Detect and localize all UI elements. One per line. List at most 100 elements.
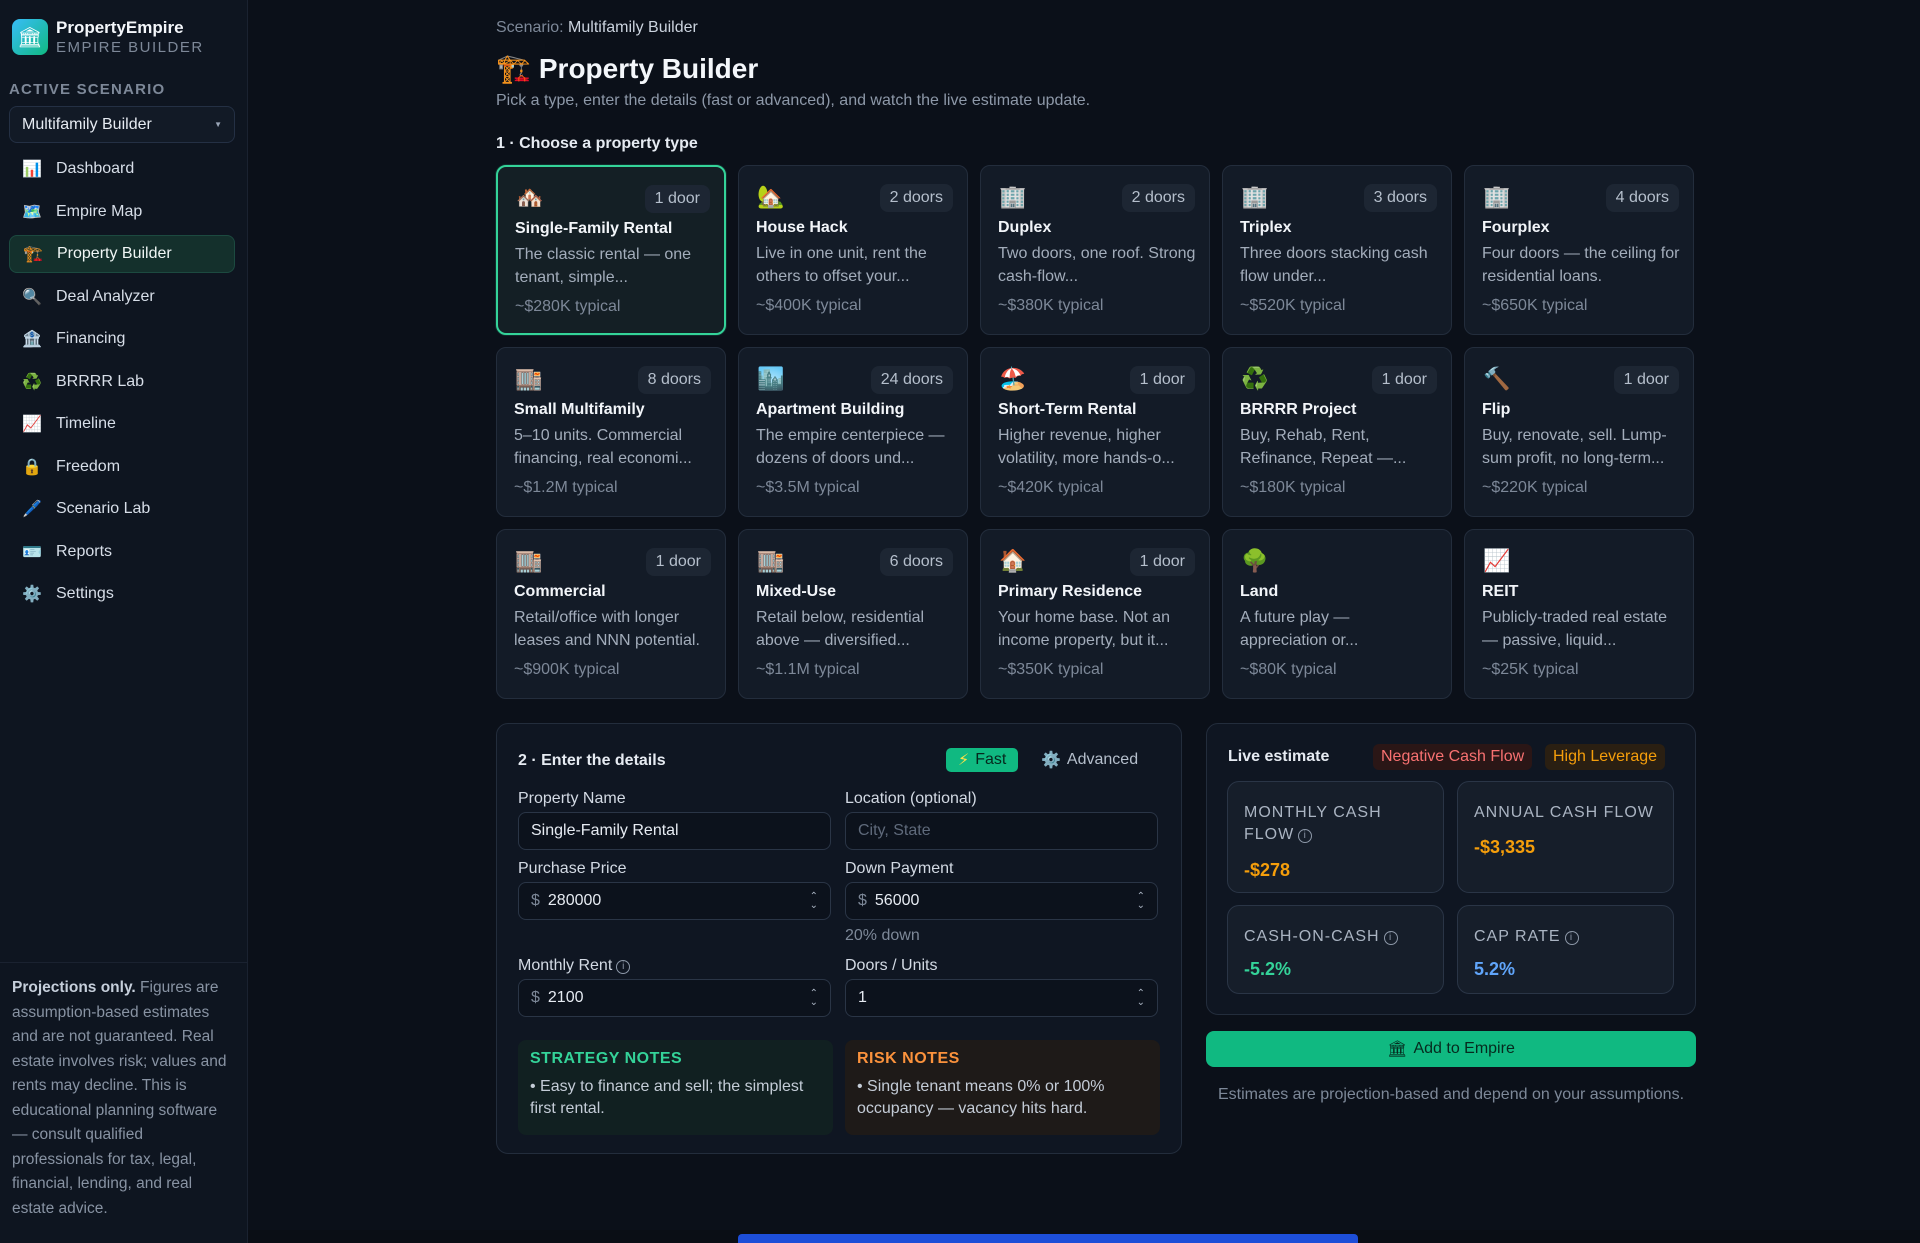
property-card-house-hack[interactable]: 🏡 2 doors House Hack Live in one unit, rent… (738, 165, 968, 335)
purchase-price-input[interactable]: $ 280000 ⌃ ⌄ (518, 882, 831, 920)
door-count-badge: 8 doors (637, 366, 711, 394)
door-count-badge: 1 door (1129, 366, 1195, 394)
scenario-select[interactable]: Multifamily Builder ▼ (9, 106, 235, 143)
card-description: Higher revenue, higher volatility, more … (998, 427, 1175, 467)
property-card-brrrr-project[interactable]: ♻️ 1 door BRRRR Project Buy, Rehab, Rent, R… (1222, 347, 1452, 517)
property-card-fourplex[interactable]: 🏢 4 doors Fourplex Four doors — the ceiling… (1464, 165, 1694, 335)
breadcrumb-label: Scenario: (496, 19, 564, 36)
app-name: PropertyEmpire (56, 18, 184, 37)
sidebar-item-financing[interactable]: 🏦 Financing (9, 320, 235, 358)
location-label: Location (optional) (845, 790, 977, 807)
cash-on-cash-label: CASH-ON-CASH i (1244, 926, 1434, 948)
sidebar-divider (0, 962, 248, 963)
sidebar: 🏛 PropertyEmpire EMPIRE BUILDER ACTIVE S… (0, 0, 248, 1243)
doors-value: 1 (858, 989, 867, 1006)
sidebar-item-label: Financing (56, 330, 126, 347)
property-card-reit[interactable]: 📈 REIT Publicly-traded real estate — passi… (1464, 529, 1694, 699)
info-icon[interactable]: i (1383, 931, 1398, 945)
sidebar-item-brrrr-lab[interactable]: ♻️ BRRRR Lab (9, 363, 235, 401)
add-to-empire-button[interactable]: 🏛 Add to Empire (1206, 1031, 1696, 1067)
info-icon[interactable]: i (1298, 829, 1313, 843)
card-description: Retail below, residential above — divers… (756, 609, 925, 649)
mode-fast-button[interactable]: ⚡ Fast (946, 748, 1019, 772)
page-title-text: Property Builder (538, 52, 759, 84)
hammer-icon: 🔨 (1483, 366, 1511, 391)
card-description: Two doors, one roof. Strong cash-flow... (998, 245, 1196, 285)
stepper-icon[interactable]: ⌃ ⌄ (1137, 989, 1145, 1008)
bank-logo-icon: 🏛 (12, 19, 48, 55)
card-title: BRRRR Project (1240, 401, 1357, 418)
property-card-apartment-building[interactable]: 🏙️ 24 doors Apartment Building The empire c… (738, 347, 968, 517)
sidebar-item-deal-analyzer[interactable]: 🔍 Deal Analyzer (9, 278, 235, 316)
crane-icon: 🏗️ (496, 53, 531, 84)
brand[interactable]: 🏛 PropertyEmpire EMPIRE BUILDER (12, 18, 204, 56)
property-name-value: Single-Family Rental (531, 822, 679, 839)
door-count-badge: 4 doors (1605, 184, 1679, 212)
card-title: Flip (1482, 401, 1511, 418)
doors-label: Doors / Units (845, 957, 938, 974)
gear-icon: ⚙️ (1041, 752, 1061, 769)
card-description: Buy, Rehab, Rent, Refinance, Repeat —... (1240, 427, 1407, 467)
property-card-single-family-rental[interactable]: 🏘️ 1 door Single-Family Rental The classic … (496, 165, 726, 335)
card-description: The empire centerpiece — dozens of doors… (756, 427, 945, 467)
down-payment-value: 56000 (874, 892, 920, 909)
card-typical-price: ~$80K typical (1240, 661, 1337, 678)
monthly-rent-input[interactable]: $ 2100 ⌃ ⌄ (518, 979, 831, 1017)
card-title: Apartment Building (756, 401, 905, 418)
live-estimate-panel: Live estimate Negative Cash Flow High Le… (1206, 723, 1696, 1015)
strategy-notes: STRATEGY NOTES • Easy to finance and sel… (518, 1040, 833, 1135)
property-card-mixed-use[interactable]: 🏬 6 doors Mixed-Use Retail below, residenti… (738, 529, 968, 699)
live-estimate-heading: Live estimate (1228, 748, 1330, 765)
property-card-small-multifamily[interactable]: 🏬 8 doors Small Multifamily 5–10 units. Com… (496, 347, 726, 517)
down-payment-hint: 20% down (845, 927, 920, 944)
sidebar-item-empire-map[interactable]: 🗺️ Empire Map (9, 193, 235, 231)
sidebar-item-reports[interactable]: 🪪 Reports (9, 533, 235, 571)
info-icon[interactable]: i (616, 960, 631, 974)
property-name-input[interactable]: Single-Family Rental (518, 812, 831, 850)
sidebar-item-timeline[interactable]: 📈 Timeline (9, 405, 235, 443)
map-icon: 🗺️ (22, 203, 42, 221)
cap-rate-card: CAP RATE i 5.2% (1457, 905, 1674, 994)
property-card-land[interactable]: 🌳 Land A future play — appreciation or... ~… (1222, 529, 1452, 699)
property-card-primary-residence[interactable]: 🏠 1 door Primary Residence Your home base. … (980, 529, 1210, 699)
currency-symbol: $ (858, 892, 867, 909)
info-icon[interactable]: i (1564, 931, 1579, 945)
card-title: Short-Term Rental (998, 401, 1137, 418)
sidebar-item-scenario-lab[interactable]: 🖊️ Scenario Lab (9, 490, 235, 528)
step1-heading: 1 · Choose a property type (496, 135, 698, 152)
card-typical-price: ~$1.1M typical (756, 661, 860, 678)
monthly-rent-label: Monthly Rent i (518, 957, 631, 975)
sidebar-item-dashboard[interactable]: 📊 Dashboard (9, 150, 235, 188)
down-payment-input[interactable]: $ 56000 ⌃ ⌄ (845, 882, 1158, 920)
sidebar-item-settings[interactable]: ⚙️ Settings (9, 575, 235, 613)
breadcrumb: Scenario: Multifamily Builder (496, 19, 698, 37)
chevron-down-icon: ▼ (214, 120, 222, 129)
property-card-short-term-rental[interactable]: 🏖️ 1 door Short-Term Rental Higher revenue,… (980, 347, 1210, 517)
property-card-flip[interactable]: 🔨 1 door Flip Buy, renovate, sell. Lump-sum… (1464, 347, 1694, 517)
card-typical-price: ~$380K typical (998, 297, 1104, 314)
recycle-icon: ♻️ (22, 373, 42, 391)
doors-input[interactable]: 1 ⌃ ⌄ (845, 979, 1158, 1017)
card-title: Land (1240, 583, 1279, 600)
property-card-commercial[interactable]: 🏬 1 door Commercial Retail/office with long… (496, 529, 726, 699)
strategy-notes-title: STRATEGY NOTES (530, 1050, 683, 1067)
trend-chart-icon: 📈 (22, 416, 42, 433)
sidebar-item-freedom[interactable]: 🔒 Freedom (9, 448, 235, 486)
gear-icon: ⚙️ (22, 586, 42, 603)
location-input[interactable]: City, State (845, 812, 1158, 850)
beach-icon: 🏖️ (999, 366, 1027, 391)
cash-on-cash-value: -5.2% (1244, 959, 1292, 979)
location-placeholder: City, State (858, 822, 931, 839)
cap-rate-label-text: CAP RATE (1474, 928, 1561, 945)
monthly-cash-flow-card: MONTHLY CASH FLOW i -$278 (1227, 781, 1444, 893)
mode-advanced-button[interactable]: ⚙️ Advanced (1041, 750, 1138, 770)
property-card-duplex[interactable]: 🏢 2 doors Duplex Two doors, one roof. Stron… (980, 165, 1210, 335)
property-card-triplex[interactable]: 🏢 3 doors Triplex Three doors stacking cash… (1222, 165, 1452, 335)
houses-icon: 🏘️ (516, 185, 544, 210)
stepper-icon[interactable]: ⌃ ⌄ (1137, 892, 1145, 911)
stepper-icon[interactable]: ⌃ ⌄ (810, 892, 818, 911)
sidebar-item-property-builder[interactable]: 🏗️ Property Builder (9, 235, 235, 273)
card-typical-price: ~$280K typical (515, 298, 621, 315)
stepper-icon[interactable]: ⌃ ⌄ (810, 989, 818, 1008)
high-leverage-badge: High Leverage (1545, 744, 1666, 770)
